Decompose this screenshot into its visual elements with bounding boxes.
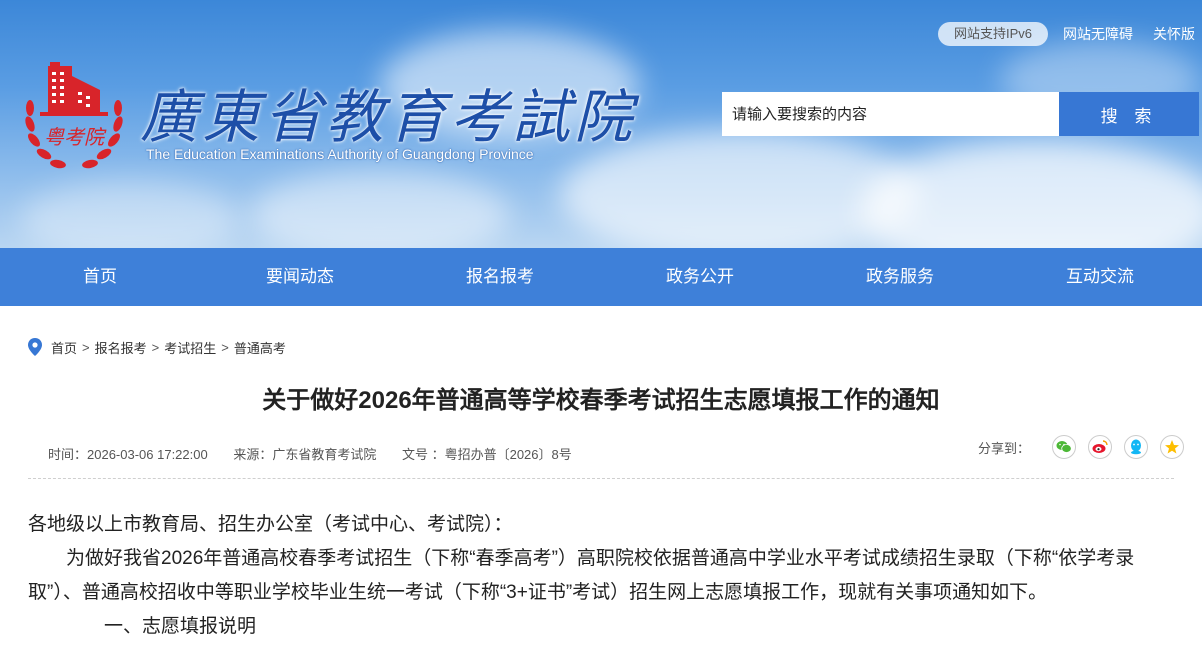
article-paragraph: 为做好我省2026年普通高校春季考试招生（下称“春季高考”）高职院校依据普通高中… [28, 548, 1135, 603]
main-nav: 首页 要闻动态 报名报考 政务公开 政务服务 互动交流 [0, 248, 1202, 306]
article-doc-number: 文号 ：粤招办普〔2026〕8号 [401, 447, 572, 462]
site-logo-emblem-icon[interactable]: 粤考院 [20, 62, 128, 174]
qzone-icon[interactable] [1160, 435, 1185, 459]
nav-item-home[interactable]: 首页 [0, 248, 200, 306]
wechat-icon[interactable] [1052, 435, 1077, 459]
nav-item-gov-affairs[interactable]: 政务公开 [600, 248, 800, 306]
share-label: 分享到： [978, 440, 1031, 456]
meta-divider [28, 478, 1174, 479]
breadcrumb: 首页 > 报名报考 > 考试招生 > 普通高考 [28, 337, 286, 357]
search-button[interactable]: 搜 索 [1059, 92, 1199, 136]
article-title: 关于做好2026年普通高等学校春季考试招生志愿填报工作的通知 [262, 387, 940, 414]
ipv6-badge: 网站支持IPv6 [938, 22, 1048, 46]
article-salutation: 各地级以上市教育局、招生办公室（考试中心、考试院）： [28, 514, 513, 535]
breadcrumb-exam-admission[interactable]: 考试招生 [164, 338, 216, 357]
article-meta: 时间：2026-03-06 17:22:00 来源：广东省教育考试院 文号 ：粤… [48, 444, 572, 463]
site-header: 粤考院 廣東省教育考試院 The Education Examinations … [0, 0, 1202, 248]
site-subtitle: The Education Examinations Authority of … [146, 146, 534, 162]
article-body: 各地级以上市教育局、招生办公室（考试中心、考试院）： 为做好我省2026年普通高… [28, 508, 1174, 644]
qq-icon[interactable] [1124, 435, 1149, 459]
care-mode-link[interactable]: 关怀版 [1153, 22, 1195, 46]
breadcrumb-registration[interactable]: 报名报考 [95, 338, 147, 357]
site-title[interactable]: 廣東省教育考試院 [140, 70, 636, 154]
share-bar: 分享到： [978, 435, 1185, 459]
location-pin-icon [28, 338, 42, 356]
article-time: 时间：2026-03-06 17:22:00 [48, 447, 208, 462]
nav-item-interaction[interactable]: 互动交流 [1000, 248, 1200, 306]
accessibility-link[interactable]: 网站无障碍 [1063, 22, 1133, 46]
nav-item-news[interactable]: 要闻动态 [200, 248, 400, 306]
breadcrumb-separator: > [82, 339, 90, 355]
breadcrumb-gaokao[interactable]: 普通高考 [234, 338, 286, 357]
article-source: 来源：广东省教育考试院 [233, 447, 377, 462]
nav-item-gov-services[interactable]: 政务服务 [800, 248, 1000, 306]
breadcrumb-separator: > [151, 339, 160, 355]
nav-item-registration[interactable]: 报名报考 [400, 248, 600, 306]
search-input[interactable] [722, 92, 1059, 136]
weibo-icon[interactable] [1088, 435, 1113, 459]
article-section-heading: 一、志愿填报说明 [104, 616, 257, 637]
emblem-text: 粤考院 [44, 125, 107, 149]
breadcrumb-separator: > [221, 339, 229, 355]
breadcrumb-home[interactable]: 首页 [51, 338, 77, 357]
